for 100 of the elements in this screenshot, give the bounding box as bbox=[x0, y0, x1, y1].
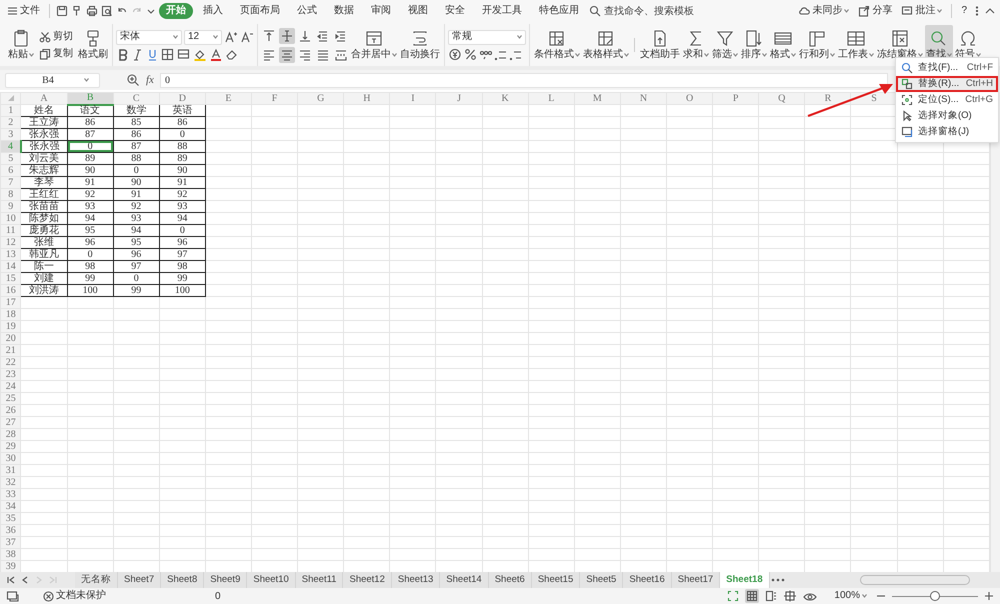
row-number[interactable]: 31 bbox=[0, 464, 21, 476]
more-icon[interactable] bbox=[973, 5, 981, 17]
grow-font-icon[interactable] bbox=[224, 30, 238, 44]
row-number[interactable]: 6 bbox=[0, 164, 21, 176]
search-field[interactable]: 查找命令、搜索模板 bbox=[604, 4, 694, 18]
row-number[interactable]: 23 bbox=[0, 368, 21, 380]
cut-button[interactable]: 剪切 bbox=[36, 30, 76, 44]
menu-tab[interactable]: 安全 bbox=[438, 3, 472, 19]
row-number[interactable]: 26 bbox=[0, 404, 21, 416]
sheet-tab[interactable]: Sheet9 bbox=[204, 572, 248, 588]
copy-button[interactable]: 复制 bbox=[36, 46, 76, 60]
column-letter[interactable]: H bbox=[344, 92, 390, 104]
menu-tab[interactable]: 公式 bbox=[290, 3, 324, 19]
sheet-tab[interactable]: Sheet6 bbox=[488, 572, 532, 588]
row-number[interactable]: 34 bbox=[0, 500, 21, 512]
ribbon-button[interactable]: 筛选 bbox=[711, 25, 739, 65]
sheet-tab[interactable]: Sheet18 bbox=[720, 572, 770, 588]
sheet-tab[interactable]: 无名称 bbox=[75, 572, 118, 588]
ribbon-button[interactable]: 条件格式 bbox=[533, 25, 581, 65]
sheet-tab[interactable]: Sheet11 bbox=[296, 572, 344, 588]
sheet-tab[interactable]: Sheet17 bbox=[672, 572, 720, 588]
zoom-icon[interactable] bbox=[126, 73, 140, 87]
row-number[interactable]: 16 bbox=[0, 284, 21, 296]
eraser-icon[interactable] bbox=[225, 48, 239, 60]
sheet-tab[interactable]: Sheet10 bbox=[247, 572, 296, 588]
menu-item[interactable]: 替换(R)... Ctrl+H bbox=[896, 76, 998, 92]
font-color-icon[interactable] bbox=[209, 48, 223, 60]
bold-icon[interactable] bbox=[116, 48, 129, 60]
page-layout-icon[interactable] bbox=[783, 590, 798, 602]
align-button[interactable] bbox=[279, 28, 295, 44]
format-select[interactable]: 常规 bbox=[448, 30, 526, 44]
normal-view-button[interactable] bbox=[745, 589, 760, 603]
ribbon-button[interactable]: 求和 bbox=[682, 25, 710, 65]
percent-icon[interactable] bbox=[464, 48, 477, 60]
font-select[interactable]: 宋体 bbox=[116, 30, 182, 44]
row-number[interactable]: 22 bbox=[0, 356, 21, 368]
row-number[interactable]: 2 bbox=[0, 116, 21, 128]
column-letter[interactable]: D bbox=[159, 92, 206, 104]
row-number[interactable]: 28 bbox=[0, 428, 21, 440]
ribbon-button[interactable]: 格式刷 bbox=[77, 25, 109, 65]
row-number[interactable]: 5 bbox=[0, 152, 21, 164]
sheet-tab[interactable]: Sheet7 bbox=[118, 572, 162, 588]
menu-tab[interactable]: 数据 bbox=[327, 3, 361, 19]
fill-pattern-icon[interactable] bbox=[177, 48, 191, 60]
ribbon-button[interactable]: 表格样式 bbox=[582, 25, 630, 65]
currency-icon[interactable] bbox=[448, 48, 462, 60]
sheet-tab[interactable]: Sheet8 bbox=[161, 572, 204, 588]
zoom-in-icon[interactable] bbox=[984, 591, 994, 601]
column-letter[interactable]: K bbox=[482, 92, 528, 104]
row-number[interactable]: 29 bbox=[0, 440, 21, 452]
zoom-select[interactable]: 100% bbox=[831, 589, 870, 603]
page-break-icon[interactable] bbox=[765, 590, 778, 602]
row-number[interactable]: 4 bbox=[0, 140, 21, 152]
fill-color-icon[interactable] bbox=[193, 48, 207, 60]
column-letter[interactable]: P bbox=[712, 92, 759, 104]
menu-tab[interactable]: 开发工具 bbox=[475, 3, 529, 19]
ribbon-button[interactable]: 工作表 bbox=[837, 25, 875, 65]
row-number[interactable]: 12 bbox=[0, 236, 21, 248]
row-number[interactable]: 9 bbox=[0, 200, 21, 212]
column-letter[interactable]: G bbox=[298, 92, 344, 104]
ribbon-button[interactable]: 行和列 bbox=[798, 25, 836, 65]
column-letter[interactable]: N bbox=[620, 92, 667, 104]
zoom-slider[interactable] bbox=[892, 591, 978, 601]
previous-sheet-icon[interactable] bbox=[20, 575, 30, 585]
print-icon[interactable] bbox=[86, 5, 98, 17]
row-number[interactable]: 36 bbox=[0, 524, 21, 536]
menu-item[interactable]: 选择对象(O) bbox=[896, 108, 998, 124]
row-number[interactable]: 8 bbox=[0, 188, 21, 200]
sheet-tab[interactable]: Sheet12 bbox=[343, 572, 392, 588]
sheet-tab[interactable]: Sheet14 bbox=[440, 572, 489, 588]
menu-tab[interactable]: 页面布局 bbox=[233, 3, 287, 19]
menu-tab[interactable]: 特色应用 bbox=[532, 3, 586, 19]
row-number[interactable]: 1 bbox=[0, 104, 21, 116]
ribbon-button[interactable]: 自动换行 bbox=[399, 25, 441, 65]
file-menu[interactable]: 文件 bbox=[4, 4, 43, 18]
menu-tab[interactable]: 审阅 bbox=[364, 3, 398, 19]
row-number[interactable]: 30 bbox=[0, 452, 21, 464]
row-number[interactable]: 39 bbox=[0, 560, 21, 572]
sheet-tab[interactable]: Sheet15 bbox=[532, 572, 580, 588]
italic-icon[interactable] bbox=[131, 48, 144, 60]
slider-thumb[interactable] bbox=[930, 591, 940, 601]
menu-tab[interactable]: 开始 bbox=[159, 3, 193, 19]
row-number[interactable]: 38 bbox=[0, 548, 21, 560]
toolbar-button[interactable]: 分享 bbox=[855, 4, 896, 18]
name-box[interactable]: B4 bbox=[5, 72, 100, 88]
align-button[interactable] bbox=[261, 28, 277, 44]
column-letter[interactable]: I bbox=[390, 92, 436, 104]
protection-status[interactable]: 文档未保护 bbox=[40, 589, 109, 603]
sheet-tab[interactable]: Sheet16 bbox=[623, 572, 672, 588]
column-letter[interactable]: A bbox=[20, 92, 68, 104]
row-number[interactable]: 10 bbox=[0, 212, 21, 224]
help-button[interactable]: ? bbox=[958, 4, 970, 18]
save-icon[interactable] bbox=[56, 5, 68, 17]
row-number[interactable]: 18 bbox=[0, 308, 21, 320]
fullscreen-icon[interactable] bbox=[727, 590, 740, 602]
shrink-font-icon[interactable] bbox=[240, 30, 254, 44]
search-icon[interactable] bbox=[589, 5, 601, 17]
row-number[interactable]: 27 bbox=[0, 416, 21, 428]
row-number[interactable]: 32 bbox=[0, 476, 21, 488]
ribbon-button[interactable]: 合并居中 bbox=[350, 25, 398, 65]
